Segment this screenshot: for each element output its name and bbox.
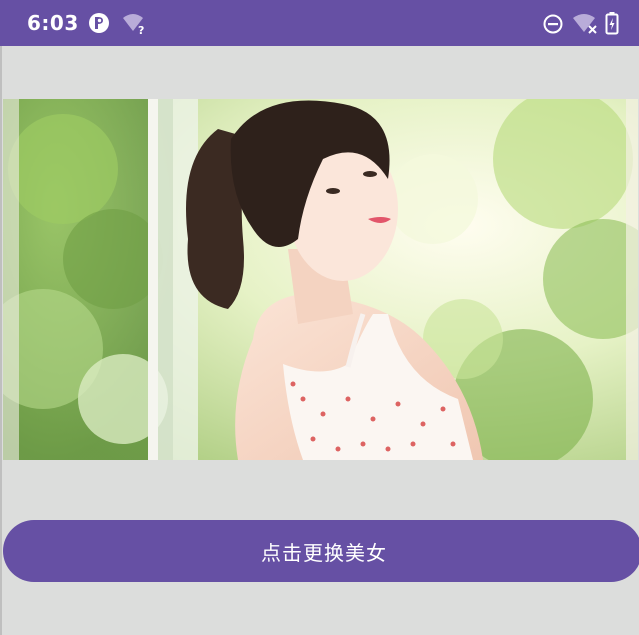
battery-charging-icon bbox=[605, 11, 619, 39]
app-notification-icon bbox=[88, 12, 110, 38]
change-image-button[interactable]: 点击更换美女 bbox=[3, 520, 639, 582]
svg-text:?: ? bbox=[138, 24, 144, 35]
wifi-off-icon bbox=[572, 13, 600, 39]
wifi-unknown-icon: ? bbox=[122, 13, 148, 39]
status-time: 6:03 bbox=[27, 11, 79, 35]
status-bar: 6:03 ? bbox=[0, 0, 639, 46]
left-edge-divider bbox=[0, 46, 2, 635]
photo-image bbox=[3, 99, 638, 460]
do-not-disturb-icon bbox=[542, 13, 564, 39]
